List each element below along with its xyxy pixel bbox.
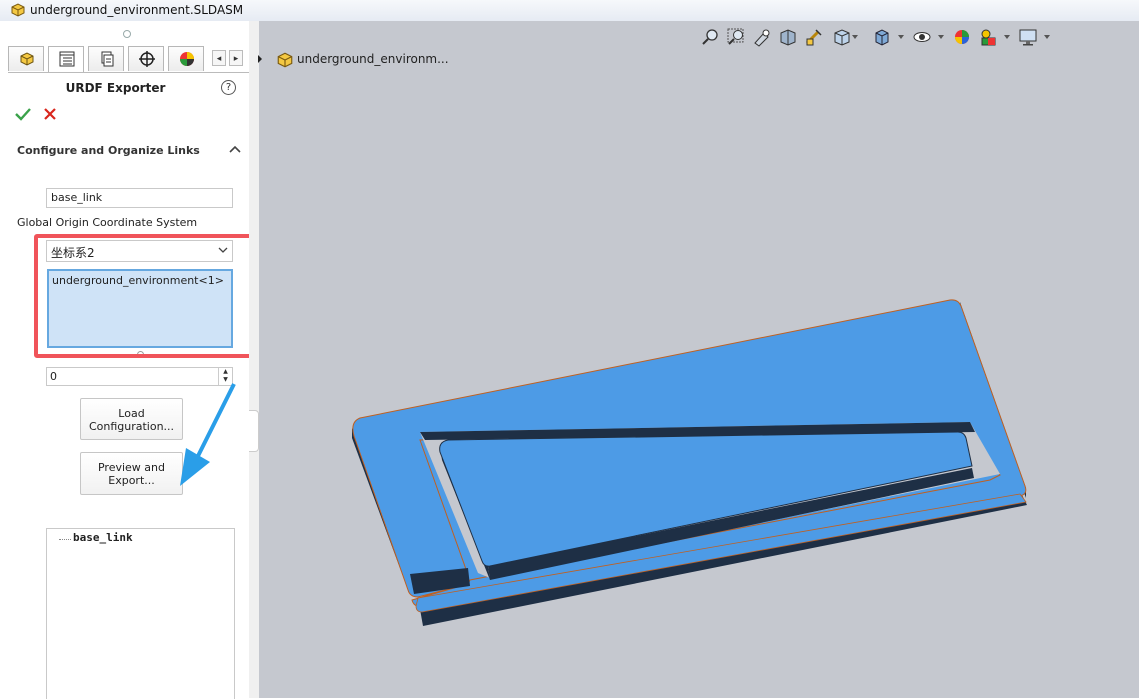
assembly-model-render[interactable] — [0, 0, 1139, 698]
